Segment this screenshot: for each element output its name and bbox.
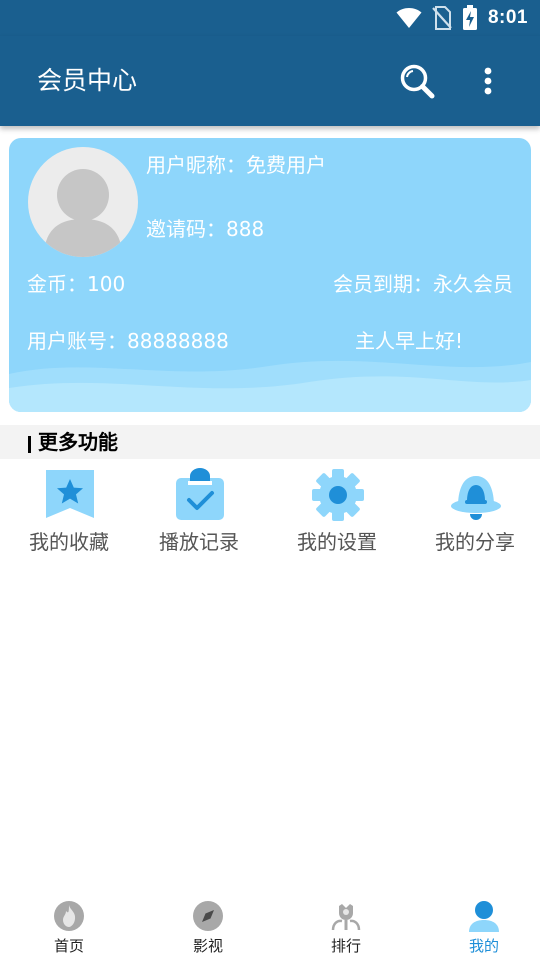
bell-icon [451, 476, 501, 520]
feature-label: 我的设置 [297, 530, 377, 554]
feature-label: 播放记录 [159, 530, 239, 554]
member-card: 用户昵称：免费用户 邀请码：888 金币：100 会员到期：永久会员 用户账号：… [9, 138, 531, 412]
gear-icon [312, 469, 364, 521]
no-sim-icon [432, 6, 452, 30]
invite-code-text: 邀请码：888 [146, 217, 265, 241]
nav-label: 我的 [468, 937, 499, 955]
feature-favorites[interactable]: 我的收藏 [0, 468, 138, 558]
page-title: 会员中心 [37, 66, 138, 95]
greeting-text: 主人早上好! [355, 329, 464, 353]
nickname-text: 用户昵称：免费用户 [146, 153, 326, 177]
nav-label: 排行 [330, 937, 361, 955]
nav-mine[interactable]: 我的 [434, 892, 534, 960]
feature-share[interactable]: 我的分享 [406, 468, 540, 558]
star-bookmark-icon [46, 470, 94, 518]
user-avatar-icon [44, 169, 122, 257]
status-time: 8:01 [487, 7, 528, 28]
nav-label: 首页 [53, 937, 84, 955]
more-features-header: 更多功能 [0, 425, 540, 459]
account-text: 用户账号：88888888 [27, 329, 229, 353]
battery-charging-icon [462, 5, 477, 30]
feature-label: 我的分享 [435, 530, 515, 554]
feature-play-history[interactable]: 播放记录 [130, 468, 268, 558]
nav-ranking[interactable]: 排行 [296, 892, 396, 960]
feature-label: 我的收藏 [29, 530, 109, 554]
coins-text: 金币：100 [27, 272, 126, 296]
more-vert-icon[interactable] [476, 64, 500, 100]
person-icon [469, 901, 499, 932]
status-bar: 8:01 [0, 0, 540, 36]
nav-home[interactable]: 首页 [19, 892, 119, 960]
nav-movies[interactable]: 影视 [158, 892, 258, 960]
nav-label: 影视 [192, 937, 223, 955]
flame-icon [54, 901, 84, 931]
card-wave-decoration [9, 360, 531, 412]
app-bar: 会员中心 [0, 36, 540, 126]
clipboard-check-icon [176, 468, 224, 520]
wifi-icon [396, 8, 422, 28]
expiry-text: 会员到期：永久会员 [333, 272, 513, 296]
section-title: 更多功能 [38, 430, 118, 454]
feature-settings[interactable]: 我的设置 [268, 468, 406, 558]
search-icon[interactable] [398, 62, 438, 102]
status-icons: 8:01 [396, 0, 528, 36]
avatar[interactable] [28, 147, 138, 257]
section-marker [28, 436, 31, 453]
trophy-icon [331, 904, 361, 931]
compass-icon [193, 901, 223, 931]
bottom-nav: 首页 影视 排行 我的 [0, 892, 540, 960]
